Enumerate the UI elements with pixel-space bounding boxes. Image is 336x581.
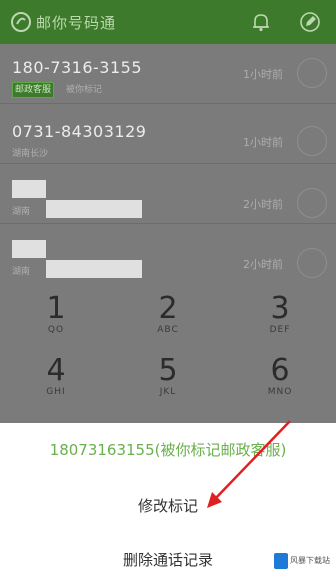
location-label: 湖南长沙 — [12, 149, 49, 159]
watermark: 风暴下载站 — [274, 551, 334, 573]
sheet-title: 18073163155(被你标记邮政客服) — [49, 441, 287, 459]
contact-info-button[interactable] — [297, 58, 327, 88]
masked-name — [12, 240, 46, 258]
key-digit: 6 — [270, 353, 290, 388]
call-log-row[interactable]: 湖南 2小时前 — [0, 164, 336, 224]
contact-info-button[interactable] — [297, 126, 327, 156]
bell-icon[interactable] — [250, 11, 272, 33]
dialpad: 1 QO 2 ABC 3 DEF 4 GHI 5 JKL 6 MNO — [0, 289, 336, 429]
contact-info-button[interactable] — [297, 188, 327, 218]
call-time: 1小时前 — [243, 68, 283, 81]
contact-info-button[interactable] — [297, 248, 327, 278]
masked-name — [12, 180, 46, 198]
call-time: 1小时前 — [243, 136, 283, 149]
edit-mark-button[interactable]: 修改标记 — [0, 495, 336, 516]
watermark-text: 风暴下载站 — [290, 556, 330, 565]
app-header: 邮你号码通 — [0, 0, 336, 44]
call-time: 2小时前 — [243, 198, 283, 211]
call-log-row[interactable]: 0731-84303129 湖南长沙 1小时前 — [0, 104, 336, 164]
edit-icon[interactable] — [298, 10, 322, 34]
dial-key-5[interactable]: 5 JKL — [112, 351, 224, 419]
call-time: 2小时前 — [243, 258, 283, 271]
key-digit: 1 — [46, 291, 66, 326]
tag-badge: 邮政客服 — [12, 82, 55, 98]
dial-key-4[interactable]: 4 GHI — [0, 351, 112, 419]
dial-key-6[interactable]: 6 MNO — [224, 351, 336, 419]
app-title: 邮你号码通 — [36, 14, 117, 32]
dial-key-3[interactable]: 3 DEF — [224, 289, 336, 357]
masked-number — [46, 260, 142, 278]
call-log-row[interactable]: 180-7316-3155 邮政客服 被你标记 1小时前 — [0, 44, 336, 104]
key-digit: 5 — [158, 353, 178, 388]
app-logo-icon — [11, 12, 31, 32]
key-letters: MNO — [267, 387, 293, 397]
key-letters: DEF — [269, 325, 291, 335]
watermark-logo-icon — [274, 553, 288, 569]
masked-number — [46, 200, 142, 218]
phone-number: 0731-84303129 — [12, 122, 147, 141]
phone-number: 180-7316-3155 — [12, 58, 143, 77]
location-label: 湖南 — [12, 267, 31, 277]
key-letters: QO — [47, 325, 65, 335]
key-digit: 2 — [158, 291, 178, 326]
location-label: 湖南 — [12, 207, 31, 217]
key-digit: 4 — [46, 353, 66, 388]
key-letters: JKL — [159, 387, 177, 397]
mark-label: 被你标记 — [66, 85, 103, 95]
call-log-row[interactable]: 湖南 2小时前 — [0, 224, 336, 284]
key-letters: GHI — [46, 387, 66, 397]
key-letters: ABC — [157, 325, 179, 335]
dial-key-1[interactable]: 1 QO — [0, 289, 112, 357]
key-digit: 3 — [270, 291, 290, 326]
dialer-screen: 邮你号码通 180-7316-3155 邮政客服 被你标记 1小时前 0731-… — [0, 0, 336, 581]
dial-key-2[interactable]: 2 ABC — [112, 289, 224, 357]
